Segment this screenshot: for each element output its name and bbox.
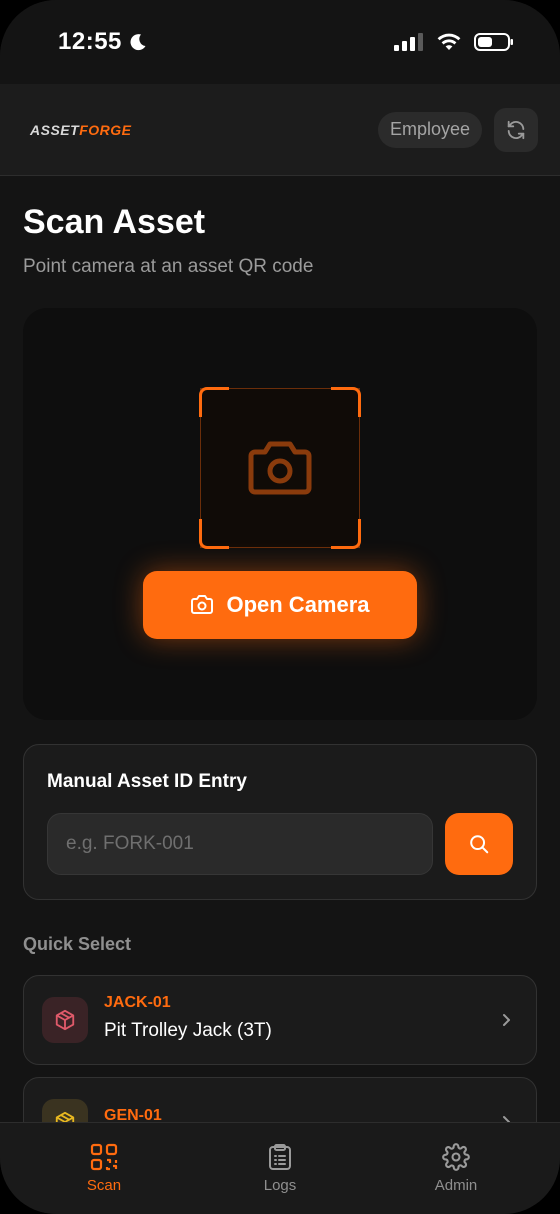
role-badge: Employee	[377, 111, 482, 148]
phone-screen: 12:55 ASSET FORGE Employee Scan Asset Po…	[0, 0, 560, 1214]
asset-id: GEN-01	[104, 1107, 162, 1122]
viewfinder-corner	[199, 519, 229, 549]
nav-item-logs[interactable]: Logs	[210, 1143, 350, 1214]
qr-code-icon	[90, 1143, 118, 1171]
status-time-group: 12:55	[58, 28, 148, 56]
viewfinder-corner	[331, 519, 361, 549]
status-bar: 12:55	[0, 0, 560, 84]
nav-label-scan: Scan	[86, 1177, 122, 1194]
asset-text: GEN-01	[104, 1107, 496, 1122]
gear-icon	[442, 1143, 470, 1171]
asset-id: JACK-01	[104, 994, 171, 1011]
quick-select-item[interactable]: JACK-01 Pit Trolley Jack (3T)	[23, 975, 537, 1065]
wifi-icon	[437, 33, 461, 50]
manual-entry-row	[47, 813, 513, 875]
asset-text: JACK-01 Pit Trolley Jack (3T)	[104, 994, 496, 1042]
asset-id-input[interactable]	[47, 813, 433, 875]
battery-icon	[474, 33, 513, 51]
viewfinder-corner	[199, 387, 229, 417]
status-time: 12:55	[58, 28, 122, 55]
camera-icon	[191, 595, 214, 614]
nav-label-admin: Admin	[434, 1177, 478, 1194]
chevron-right-icon	[503, 1014, 510, 1026]
asset-icon-badge	[42, 1099, 88, 1122]
asset-icon-badge	[42, 997, 88, 1043]
search-icon	[470, 835, 489, 854]
page-title: Scan Asset	[23, 203, 206, 241]
camera-icon	[248, 441, 312, 495]
page-subtitle: Point camera at an asset QR code	[23, 256, 314, 277]
camera-viewfinder	[199, 387, 361, 549]
nav-item-admin[interactable]: Admin	[386, 1143, 526, 1214]
cellular-signal-icon	[394, 33, 423, 51]
logo-text-forge: FORGE	[79, 121, 132, 138]
refresh-icon	[507, 120, 525, 139]
quick-select-item[interactable]: GEN-01	[23, 1077, 537, 1122]
box-icon	[55, 1111, 75, 1122]
open-camera-label: Open Camera	[226, 592, 370, 617]
app-logo: ASSET FORGE	[30, 122, 131, 138]
asset-name: Pit Trolley Jack (3T)	[104, 1020, 272, 1041]
refresh-button[interactable]	[494, 107, 538, 152]
manual-entry-card: Manual Asset ID Entry	[23, 744, 537, 900]
main-content: Scan Asset Point camera at an asset QR c…	[0, 177, 560, 1122]
chevron-right-icon	[503, 1116, 510, 1122]
moon-icon	[130, 34, 146, 51]
nav-label-logs: Logs	[263, 1177, 297, 1194]
status-icons	[394, 32, 514, 52]
open-camera-button[interactable]: Open Camera	[143, 571, 417, 639]
quick-select-label: Quick Select	[23, 934, 132, 954]
header-actions: Employee	[377, 107, 538, 152]
clipboard-icon	[269, 1144, 291, 1170]
app-header: ASSET FORGE Employee	[0, 84, 560, 176]
search-button[interactable]	[445, 813, 513, 875]
manual-entry-title: Manual Asset ID Entry	[47, 771, 247, 792]
viewfinder-corner	[331, 387, 361, 417]
box-icon	[55, 1009, 75, 1031]
logo-text-asset: ASSET	[30, 121, 80, 138]
nav-item-scan[interactable]: Scan	[34, 1143, 174, 1214]
scanner-card: Open Camera	[23, 308, 537, 720]
bottom-nav: Scan Logs Admin	[0, 1122, 560, 1214]
